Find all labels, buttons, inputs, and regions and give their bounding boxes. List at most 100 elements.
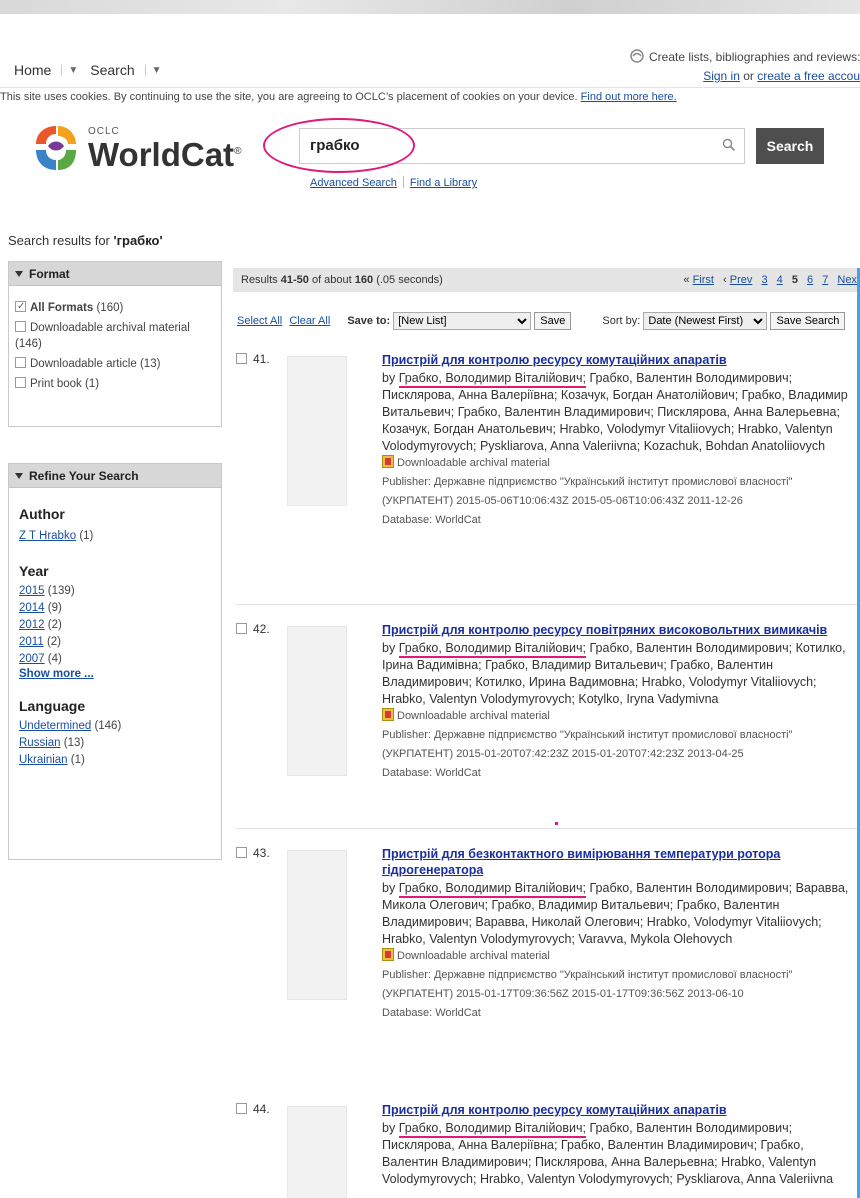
find-library-link[interactable]: Find a Library: [410, 177, 477, 189]
year-facet-item[interactable]: 2007 (4): [9, 651, 221, 668]
sort-select[interactable]: Date (Newest First): [643, 312, 768, 330]
result-publisher: Publisher: Державне підприємство "Україн…: [382, 969, 793, 1000]
prev-page-link[interactable]: Prev: [730, 274, 753, 286]
results-for-heading: Search results for 'грабко': [8, 233, 163, 248]
nav-home-tab[interactable]: Home ▼: [8, 62, 84, 78]
year-facet-link[interactable]: 2011: [19, 636, 44, 648]
archival-material-icon: [382, 455, 394, 468]
author-facet-count: (1): [79, 530, 94, 542]
result-index: 41.: [253, 352, 270, 366]
nav-home-label[interactable]: Home: [14, 62, 51, 78]
format-panel-header[interactable]: Format: [9, 262, 221, 286]
save-to-list-select[interactable]: [New List]: [393, 312, 532, 330]
save-search-button[interactable]: Save Search: [770, 312, 846, 330]
result-thumbnail[interactable]: [287, 1106, 347, 1198]
chevron-down-icon[interactable]: ▼: [144, 64, 162, 76]
refine-panel: Refine Your Search Author Z T Hrabko (1)…: [8, 463, 222, 860]
result-thumbnail[interactable]: [287, 356, 347, 506]
first-icon[interactable]: «: [683, 274, 689, 286]
year-facet-link[interactable]: 2012: [19, 619, 45, 631]
format-article-count: (13): [139, 358, 161, 370]
year-facet-link[interactable]: 2007: [19, 653, 45, 665]
format-all-count: (160): [96, 302, 124, 314]
format-article-checkbox[interactable]: [15, 357, 26, 368]
year-facet-item[interactable]: 2014 (9): [9, 600, 221, 617]
author-facet-link[interactable]: Z T Hrabko: [19, 530, 76, 542]
result-title-link[interactable]: Пристрій для контролю ресурсу повітряних…: [382, 622, 860, 638]
language-facet-link[interactable]: Ukrainian: [19, 754, 68, 766]
prev-icon[interactable]: ‹: [723, 274, 727, 286]
language-facet-link[interactable]: Undetermined: [19, 720, 91, 732]
format-all[interactable]: All Formats (160): [9, 299, 221, 316]
result-checkbox[interactable]: [236, 1103, 247, 1114]
current-page: 5: [791, 274, 798, 286]
format-print-book[interactable]: Print book (1): [9, 376, 221, 392]
search-icon[interactable]: [722, 138, 736, 152]
nav-search-label[interactable]: Search: [90, 62, 134, 78]
language-facet-item[interactable]: Russian (13): [9, 735, 221, 752]
result-format-label: Downloadable archival material: [397, 950, 550, 962]
result-title-link[interactable]: Пристрій для безконтактного вимірювання …: [382, 846, 860, 878]
results-header: Results 41-50 of about 160 (.05 seconds)…: [233, 268, 860, 292]
result-title-link[interactable]: Пристрій для контролю ресурсу комутаційн…: [382, 352, 860, 368]
first-page-link[interactable]: First: [693, 274, 714, 286]
result-publisher: Publisher: Державне підприємство "Україн…: [382, 476, 793, 507]
language-facet-link[interactable]: Russian: [19, 737, 61, 749]
refine-panel-header[interactable]: Refine Your Search: [9, 464, 221, 488]
annotation-dot: [555, 822, 558, 825]
page-link[interactable]: 6: [807, 274, 813, 286]
result-format-label: Downloadable archival material: [397, 457, 550, 469]
page-link[interactable]: 7: [822, 274, 828, 286]
result-thumbnail[interactable]: [287, 626, 347, 776]
nav-search-tab[interactable]: Search ▼: [84, 62, 167, 78]
save-list-button[interactable]: Save: [534, 312, 572, 330]
results-time: (.05 seconds): [376, 274, 443, 286]
format-print-book-checkbox[interactable]: [15, 377, 26, 388]
sign-in-link[interactable]: Sign in: [703, 69, 740, 83]
result-checkbox[interactable]: [236, 623, 247, 634]
results-total: 160: [354, 274, 374, 286]
search-sublinks: Advanced Search Find a Library: [310, 176, 477, 189]
result-divider: [236, 828, 860, 829]
page-link[interactable]: 3: [761, 274, 767, 286]
year-facet-item[interactable]: 2015 (139): [9, 583, 221, 600]
chevron-down-icon[interactable]: ▼: [61, 64, 78, 76]
results-prefix: Results: [241, 274, 278, 286]
search-button[interactable]: Search: [756, 128, 824, 164]
result-title-link[interactable]: Пристрій для контролю ресурсу комутаційн…: [382, 1102, 860, 1118]
result-item: 42. Пристрій для контролю ресурсу повітр…: [236, 622, 860, 812]
show-more-link[interactable]: Show more ...: [9, 668, 221, 680]
advanced-search-link[interactable]: Advanced Search: [310, 177, 397, 189]
result-item: 44. Пристрій для контролю ресурсу комута…: [236, 1102, 860, 1198]
year-facet-item[interactable]: 2012 (2): [9, 617, 221, 634]
author-facet-item[interactable]: Z T Hrabko (1): [9, 528, 221, 545]
collapse-icon[interactable]: [15, 473, 23, 479]
cookie-more-link[interactable]: Find out more here.: [581, 91, 677, 103]
year-facet-item[interactable]: 2011 (2): [9, 634, 221, 651]
result-checkbox[interactable]: [236, 353, 247, 364]
page-link[interactable]: 4: [777, 274, 783, 286]
result-index: 44.: [253, 1102, 270, 1116]
format-panel-title: Format: [29, 267, 70, 281]
result-publisher: Publisher: Державне підприємство "Україн…: [382, 729, 793, 760]
result-thumbnail[interactable]: [287, 850, 347, 1000]
format-archival[interactable]: Downloadable archival material (146): [9, 320, 221, 352]
language-facet-item[interactable]: Undetermined (146): [9, 718, 221, 735]
result-checkbox[interactable]: [236, 847, 247, 858]
result-authors: by Грабко, Володимир Віталійович; Грабко…: [382, 880, 860, 948]
select-all-link[interactable]: Select All: [237, 315, 282, 327]
brand-name: WorldCat: [88, 136, 235, 173]
language-facet-item[interactable]: Ukrainian (1): [9, 752, 221, 769]
collapse-icon[interactable]: [15, 271, 23, 277]
pagination: « First ‹ Prev 3 4 5 6 7 Next: [683, 274, 860, 286]
year-facet-count: (2): [47, 619, 62, 631]
create-account-link[interactable]: create a free accou: [757, 69, 860, 83]
year-facet-link[interactable]: 2014: [19, 602, 45, 614]
format-archival-checkbox[interactable]: [15, 321, 26, 332]
clear-all-link[interactable]: Clear All: [289, 315, 330, 327]
format-all-checkbox[interactable]: [15, 299, 26, 315]
year-facet-title: Year: [19, 563, 49, 579]
worldcat-logo[interactable]: OCLC WorldCat®: [30, 122, 241, 174]
format-article[interactable]: Downloadable article (13): [9, 356, 221, 372]
year-facet-link[interactable]: 2015: [19, 585, 45, 597]
